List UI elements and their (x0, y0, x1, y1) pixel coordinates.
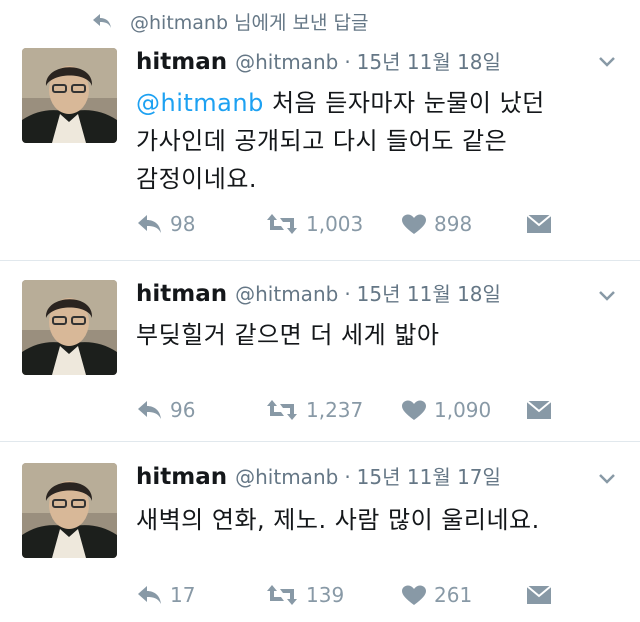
reply-count: 17 (170, 583, 196, 607)
dm-button[interactable] (526, 214, 560, 234)
reply-arrow-icon (93, 14, 111, 28)
tweet-header: hitman @hitmanb · 15년 11월 18일 (136, 278, 501, 307)
tweet[interactable]: hitman @hitmanb · 15년 11월 18일 부딪힐거 같으면 더… (0, 260, 640, 442)
like-button[interactable]: 261 (402, 583, 526, 607)
retweet-icon (267, 585, 297, 605)
heart-icon (402, 214, 426, 234)
tweet-text: @hitmanb 처음 듣자마자 눈물이 났던 가사인데 공개되고 다시 들어도… (136, 84, 596, 198)
separator-dot: · (344, 282, 351, 306)
user-handle[interactable]: @hitmanb (235, 282, 338, 306)
tweet-text: 새벽의 연화, 제노. 사람 많이 울리네요. (136, 501, 616, 539)
avatar[interactable] (22, 48, 117, 143)
chevron-down-icon[interactable] (598, 473, 616, 485)
reply-count: 96 (170, 398, 196, 422)
heart-icon (402, 585, 426, 605)
envelope-icon (526, 400, 552, 419)
tweet-actions: 17 139 261 (136, 583, 560, 607)
separator-dot: · (344, 50, 351, 74)
reply-icon (138, 586, 161, 604)
tweet-header: hitman @hitmanb · 15년 11월 18일 (136, 46, 501, 75)
tweet-date[interactable]: 15년 11월 18일 (357, 46, 501, 75)
reply-button[interactable]: 17 (136, 583, 266, 607)
avatar[interactable] (22, 280, 117, 375)
chevron-down-icon[interactable] (598, 290, 616, 302)
tweet-text-line: 부딪힐거 같으면 더 세게 밟아 (136, 321, 440, 349)
tweet-text-line: 새벽의 연화, 제노. 사람 많이 울리네요. (136, 506, 540, 534)
reply-button[interactable]: 96 (136, 398, 266, 422)
retweet-count: 1,003 (306, 212, 364, 236)
reply-icon (138, 401, 161, 419)
dm-button[interactable] (526, 585, 560, 605)
retweet-icon (267, 400, 297, 420)
mention-link[interactable]: @hitmanb (136, 89, 264, 117)
retweet-count: 1,237 (306, 398, 364, 422)
display-name[interactable]: hitman (136, 49, 227, 75)
heart-icon (402, 400, 426, 420)
tweet-actions: 98 1,003 898 (136, 212, 560, 236)
like-count: 1,090 (434, 398, 492, 422)
tweet-text: 부딪힐거 같으면 더 세게 밟아 (136, 316, 596, 354)
like-button[interactable]: 1,090 (402, 398, 526, 422)
tweet-text-line: 처음 듣자마자 눈물이 났던 (263, 89, 545, 117)
separator-dot: · (344, 465, 351, 489)
tweet-text-line: 가사인데 공개되고 다시 들어도 같은 (136, 127, 508, 155)
avatar[interactable] (22, 463, 117, 558)
reply-icon (138, 215, 161, 233)
tweet-actions: 96 1,237 1,090 (136, 398, 560, 422)
reply-context[interactable]: @hitmanb 님에게 보낸 답글 (92, 8, 369, 34)
retweet-button[interactable]: 1,237 (266, 398, 402, 422)
like-button[interactable]: 898 (402, 212, 526, 236)
user-handle[interactable]: @hitmanb (235, 465, 338, 489)
retweet-button[interactable]: 1,003 (266, 212, 402, 236)
reply-button[interactable]: 98 (136, 212, 266, 236)
tweet-date[interactable]: 15년 11월 17일 (357, 461, 501, 490)
retweet-button[interactable]: 139 (266, 583, 402, 607)
like-count: 898 (434, 212, 473, 236)
tweet-text-line: 감정이네요. (136, 165, 258, 193)
tweet[interactable]: hitman @hitmanb · 15년 11월 18일 @hitmanb 처… (0, 34, 640, 261)
tweet-date[interactable]: 15년 11월 18일 (357, 278, 501, 307)
tweet-header: hitman @hitmanb · 15년 11월 17일 (136, 461, 501, 490)
like-count: 261 (434, 583, 473, 607)
envelope-icon (526, 214, 552, 233)
retweet-count: 139 (306, 583, 345, 607)
chevron-down-icon[interactable] (598, 56, 616, 68)
reply-context-text: @hitmanb 님에게 보낸 답글 (130, 11, 369, 34)
reply-count: 98 (170, 212, 196, 236)
tweet[interactable]: hitman @hitmanb · 15년 11월 17일 새벽의 연화, 제노… (0, 441, 640, 622)
display-name[interactable]: hitman (136, 281, 227, 307)
dm-button[interactable] (526, 400, 560, 420)
envelope-icon (526, 585, 552, 604)
retweet-icon (267, 214, 297, 234)
user-handle[interactable]: @hitmanb (235, 50, 338, 74)
display-name[interactable]: hitman (136, 464, 227, 490)
